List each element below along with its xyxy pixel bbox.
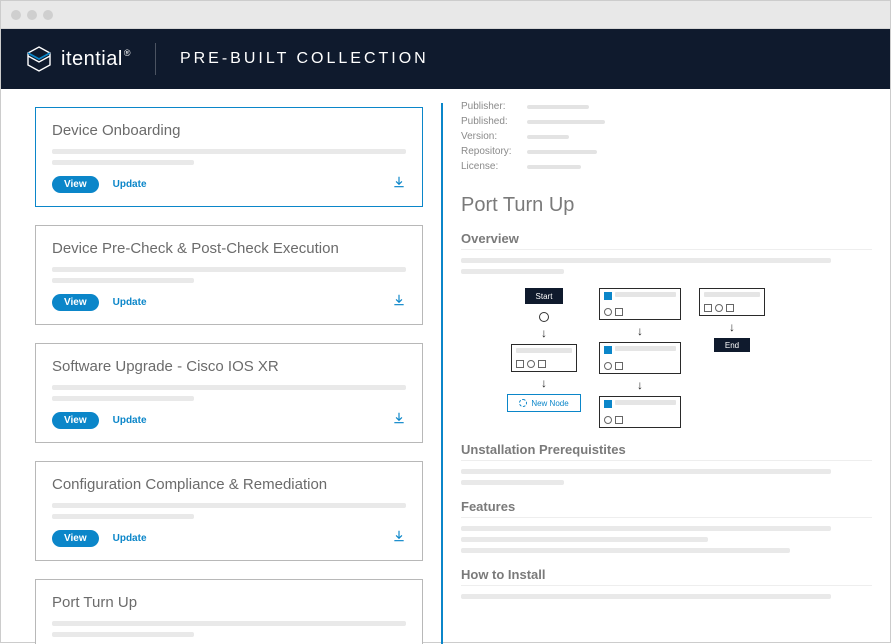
diagram-end: End <box>714 338 750 352</box>
text-placeholder <box>52 160 194 165</box>
meta-block: Publisher: Published: Version: Repositor… <box>461 101 872 172</box>
detail-title: Port Turn Up <box>461 194 872 217</box>
update-link[interactable]: Update <box>113 179 147 190</box>
workflow-diagram: Start ↓ ↓ New Node ↓ ↓ ↓ End <box>461 288 872 428</box>
diagram-node <box>599 342 681 374</box>
detail-pane: Publisher: Published: Version: Repositor… <box>443 89 890 644</box>
download-icon[interactable] <box>392 175 406 194</box>
meta-label-license: License: <box>461 161 513 172</box>
collection-card[interactable]: Device Pre-Check & Post-Check Execution V… <box>35 225 423 325</box>
collection-list: Device OnboardingViewUpdateDevice Pre-Ch… <box>1 89 441 644</box>
window-chrome <box>1 1 890 29</box>
text-placeholder <box>52 149 406 154</box>
text-placeholder <box>52 621 406 626</box>
meta-value-placeholder <box>527 135 569 139</box>
arrow-down-icon: ↓ <box>541 330 547 336</box>
diagram-node <box>599 288 681 320</box>
collection-card[interactable]: Software Upgrade - Cisco IOS XR View Updat… <box>35 343 423 443</box>
brand-logo: itential® <box>25 45 131 73</box>
diagram-node <box>511 344 577 372</box>
diagram-start: Start <box>525 288 563 304</box>
download-icon[interactable] <box>392 293 406 312</box>
arrow-down-icon: ↓ <box>729 324 735 330</box>
view-button[interactable]: View <box>52 176 99 193</box>
card-title: Device Onboarding <box>52 122 406 139</box>
card-title: Port Turn Up <box>52 594 406 611</box>
app-header: itential® PRE-BUILT COLLECTION <box>1 29 890 89</box>
text-placeholder <box>461 480 564 485</box>
collection-card[interactable]: Port Turn UpViewUpdate <box>35 579 423 644</box>
card-title: Configuration Compliance & Remediation <box>52 476 406 493</box>
section-features: Features <box>461 499 872 518</box>
collection-card[interactable]: Device Onboarding View Update <box>35 107 423 207</box>
text-placeholder <box>461 258 831 263</box>
diagram-new-node: New Node <box>507 394 581 412</box>
chrome-dot <box>11 10 21 20</box>
card-title: Software Upgrade - Cisco IOS XR <box>52 358 406 375</box>
arrow-down-icon: ↓ <box>637 328 643 334</box>
text-placeholder <box>52 385 406 390</box>
meta-value-placeholder <box>527 165 581 169</box>
text-placeholder <box>461 548 790 553</box>
text-placeholder <box>52 396 194 401</box>
arrow-down-icon: ↓ <box>541 380 547 386</box>
text-placeholder <box>461 269 564 274</box>
text-placeholder <box>461 526 831 531</box>
view-button[interactable]: View <box>52 412 99 429</box>
chrome-dot <box>27 10 37 20</box>
text-placeholder <box>52 503 406 508</box>
chrome-dot <box>43 10 53 20</box>
brand-logo-icon <box>25 45 53 73</box>
diagram-start-circle <box>539 312 549 322</box>
download-icon[interactable] <box>392 411 406 430</box>
text-placeholder <box>461 469 831 474</box>
meta-value-placeholder <box>527 120 605 124</box>
meta-value-placeholder <box>527 105 589 109</box>
content-area: Device OnboardingViewUpdateDevice Pre-Ch… <box>1 89 890 644</box>
text-placeholder <box>52 278 194 283</box>
view-button[interactable]: View <box>52 294 99 311</box>
arrow-down-icon: ↓ <box>637 382 643 388</box>
collection-card[interactable]: Configuration Compliance & Remediation Vi… <box>35 461 423 561</box>
meta-label-publisher: Publisher: <box>461 101 513 112</box>
card-footer: View Update <box>52 175 406 194</box>
text-placeholder <box>52 632 194 637</box>
text-placeholder <box>461 594 831 599</box>
meta-value-placeholder <box>527 150 597 154</box>
text-placeholder <box>461 537 708 542</box>
diagram-node <box>699 288 765 316</box>
section-install-prereq: Unstallation Prerequistites <box>461 442 872 461</box>
text-placeholder <box>52 514 194 519</box>
card-footer: View Update <box>52 293 406 312</box>
meta-label-published: Published: <box>461 116 513 127</box>
update-link[interactable]: Update <box>113 297 147 308</box>
section-overview: Overview <box>461 231 872 250</box>
meta-label-version: Version: <box>461 131 513 142</box>
update-link[interactable]: Update <box>113 533 147 544</box>
download-icon[interactable] <box>392 529 406 548</box>
view-button[interactable]: View <box>52 530 99 547</box>
diagram-node <box>599 396 681 428</box>
card-title: Device Pre-Check & Post-Check Execution <box>52 240 406 257</box>
page-title: PRE-BUILT COLLECTION <box>180 50 429 68</box>
card-footer: View Update <box>52 411 406 430</box>
card-footer: View Update <box>52 529 406 548</box>
update-link[interactable]: Update <box>113 415 147 426</box>
meta-label-repository: Repository: <box>461 146 513 157</box>
brand-name: itential® <box>61 48 131 71</box>
text-placeholder <box>52 267 406 272</box>
header-separator <box>155 43 156 75</box>
section-how-install: How to Install <box>461 567 872 586</box>
